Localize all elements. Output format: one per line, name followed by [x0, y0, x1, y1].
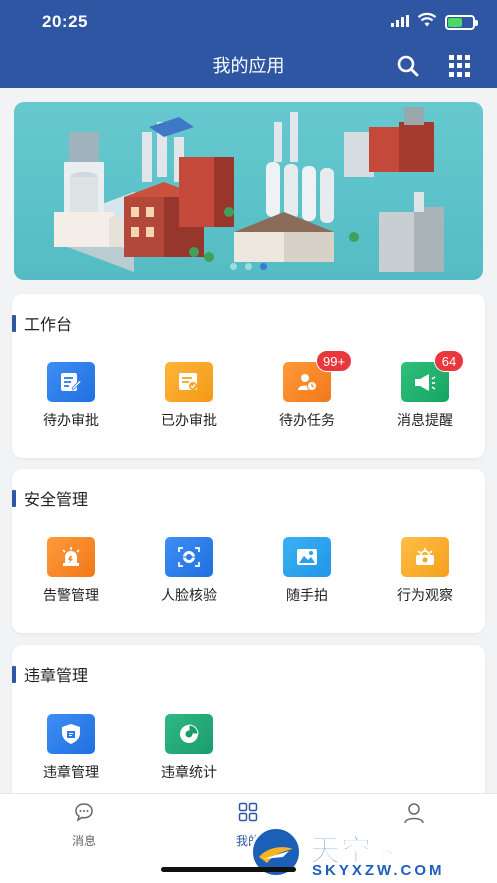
- tile-done-approval[interactable]: 已办审批: [130, 362, 248, 430]
- edit-doc-icon: [47, 362, 95, 402]
- site-watermark: 天空下载玩 SKYXZW.COM: [250, 822, 497, 883]
- tile-label: 违章管理: [43, 764, 99, 780]
- tile-snapshot[interactable]: 随手拍: [248, 537, 366, 605]
- tile-violation-management[interactable]: 违章管理: [12, 714, 130, 782]
- violation-card: 违章管理 违章管理 违章统计: [12, 645, 485, 815]
- tile-pending-task[interactable]: 99+ 待办任务: [248, 350, 366, 430]
- app-header: 20:25 我的应用: [0, 0, 497, 88]
- grid-icon[interactable]: [449, 55, 471, 77]
- pie-chart-icon: [165, 714, 213, 754]
- tile-message-reminder[interactable]: 64 消息提醒: [366, 350, 484, 430]
- tile-violation-statistics[interactable]: 违章统计: [130, 714, 248, 782]
- section-title: 安全管理: [12, 489, 88, 509]
- tile-label: 待办审批: [43, 412, 99, 428]
- industrial-illustration: [54, 107, 444, 272]
- cellular-icon: [391, 14, 409, 32]
- carousel-dot[interactable]: [230, 263, 237, 270]
- banner-carousel[interactable]: [14, 102, 483, 280]
- tile-face-verification[interactable]: 人脸核验: [130, 537, 248, 605]
- badge-count: 99+: [316, 350, 353, 372]
- photo-icon: [283, 537, 331, 577]
- tab-label: 消息: [71, 834, 96, 848]
- status-icons: [391, 12, 478, 33]
- tile-pending-approval[interactable]: 待办审批: [12, 362, 130, 430]
- tile-label: 违章统计: [161, 764, 217, 780]
- home-indicator: [161, 867, 296, 872]
- tile-label: 人脸核验: [161, 587, 217, 603]
- tile-label: 消息提醒: [397, 412, 453, 428]
- tab-messages[interactable]: 消息: [34, 802, 134, 849]
- alarm-light-icon: [47, 537, 95, 577]
- carousel-dot-active[interactable]: [260, 263, 267, 270]
- face-scan-icon: [165, 537, 213, 577]
- workbench-tiles: 待办审批 已办审批 99+ 待办任务 64 消息提醒: [12, 350, 485, 430]
- checked-doc-icon: [165, 362, 213, 402]
- carousel-dot[interactable]: [245, 263, 252, 270]
- violation-tiles: 违章管理 违章统计: [12, 714, 485, 782]
- status-time: 20:25: [42, 12, 88, 31]
- section-title: 工作台: [12, 314, 72, 334]
- tile-alarm-management[interactable]: 告警管理: [12, 537, 130, 605]
- safety-tiles: 告警管理 人脸核验 随手拍 行为观察: [12, 537, 485, 605]
- tile-label: 已办审批: [161, 412, 217, 428]
- safety-card: 安全管理 告警管理 人脸核验 随手拍 行为观察: [12, 469, 485, 633]
- tile-label: 随手拍: [286, 587, 328, 603]
- observe-icon: [401, 537, 449, 577]
- wifi-icon: [417, 12, 437, 33]
- tile-label: 待办任务: [279, 412, 335, 428]
- carousel-dots[interactable]: [14, 263, 483, 270]
- watermark-subtitle: SKYXZW.COM: [312, 862, 445, 879]
- page-title: 我的应用: [212, 56, 285, 76]
- tile-label: 行为观察: [397, 587, 453, 603]
- chat-icon: [74, 802, 94, 827]
- search-icon[interactable]: [396, 54, 420, 78]
- battery-icon: [445, 15, 478, 30]
- shield-icon: [47, 714, 95, 754]
- tile-label: 告警管理: [43, 587, 99, 603]
- workbench-card: 工作台 待办审批 已办审批 99+ 待办任务 64 消息提醒: [12, 294, 485, 458]
- tile-behavior-observation[interactable]: 行为观察: [366, 537, 484, 605]
- badge-count: 64: [434, 350, 464, 372]
- section-title: 违章管理: [12, 665, 88, 685]
